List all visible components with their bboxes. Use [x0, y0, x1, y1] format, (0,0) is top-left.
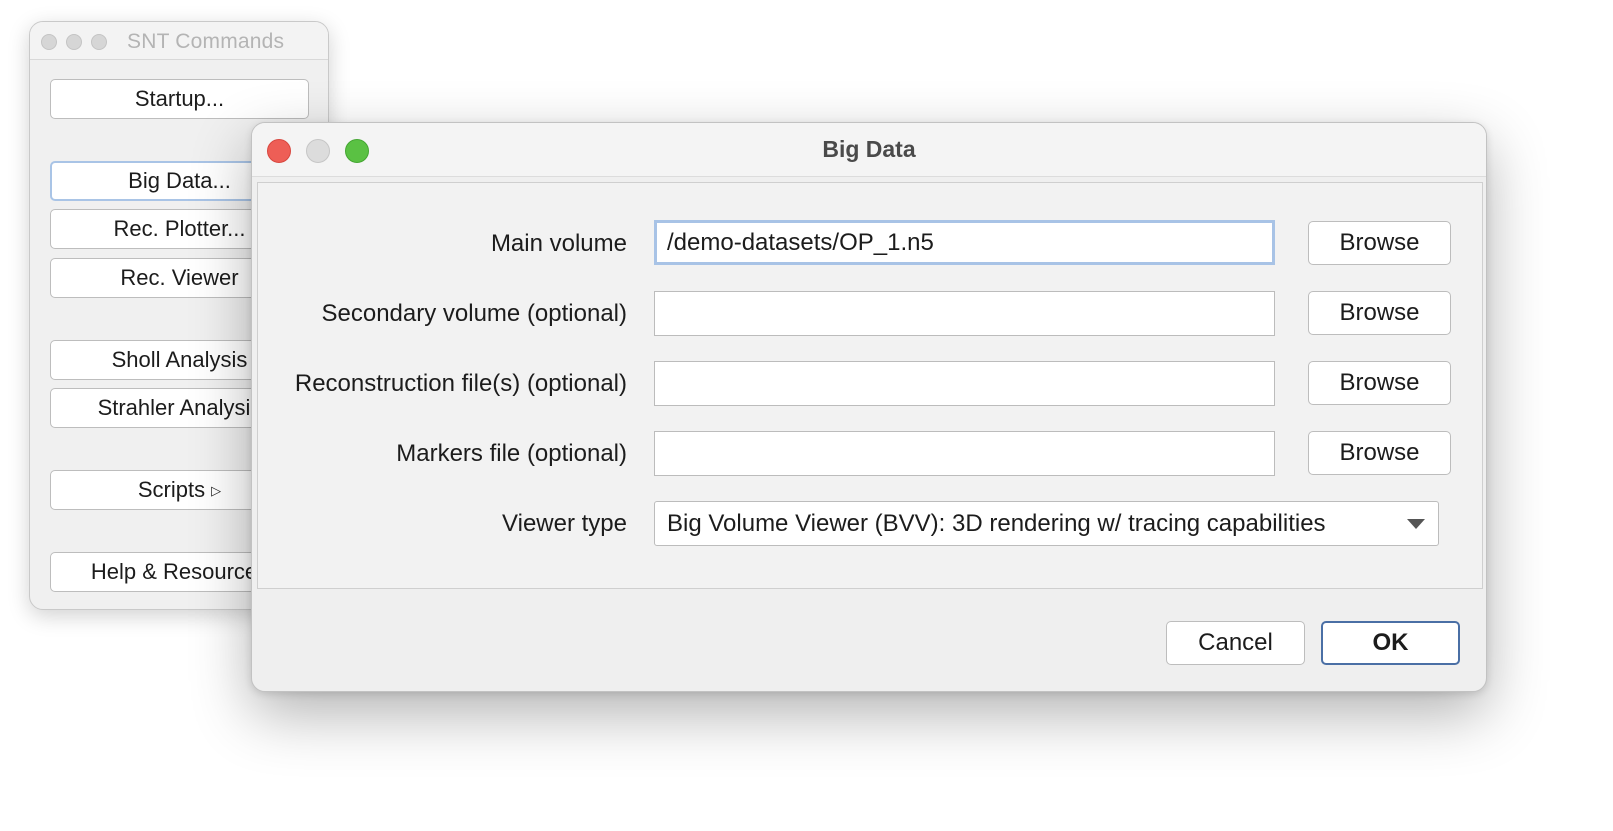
- secondary-volume-input[interactable]: [654, 291, 1275, 336]
- snt-window-controls: [41, 34, 107, 50]
- scripts-label: Scripts: [137, 477, 206, 502]
- main-volume-browse-button[interactable]: Browse: [1308, 221, 1451, 265]
- snt-window-title: SNT Commands: [127, 30, 285, 53]
- chevron-down-icon: [1407, 519, 1425, 529]
- ok-button[interactable]: OK: [1321, 621, 1460, 665]
- reconstruction-files-input[interactable]: [654, 361, 1275, 406]
- markers-file-input[interactable]: [654, 431, 1275, 476]
- zoom-window-icon[interactable]: [91, 34, 107, 50]
- secondary-volume-label: Secondary volume (optional): [321, 300, 628, 327]
- reconstruction-files-label: Reconstruction file(s) (optional): [294, 370, 627, 397]
- close-window-icon[interactable]: [41, 34, 57, 50]
- cancel-button[interactable]: Cancel: [1166, 621, 1305, 665]
- minimize-window-icon[interactable]: [66, 34, 82, 50]
- submenu-arrow-icon: ▷: [211, 483, 222, 498]
- viewer-type-selected: Big Volume Viewer (BVV): 3D rendering w/…: [667, 510, 1326, 537]
- markers-file-browse-button[interactable]: Browse: [1308, 431, 1451, 475]
- dialog-titlebar[interactable]: Big Data: [252, 123, 1486, 177]
- viewer-type-label: Viewer type: [502, 510, 627, 537]
- main-volume-label: Main volume: [490, 230, 627, 257]
- big-data-dialog: Big Data Main volume Browse Secondary vo…: [251, 122, 1487, 692]
- dialog-title: Big Data: [822, 136, 916, 162]
- viewer-type-select[interactable]: Big Volume Viewer (BVV): 3D rendering w/…: [654, 501, 1439, 546]
- snt-titlebar[interactable]: SNT Commands: [30, 22, 328, 60]
- markers-file-label: Markers file (optional): [396, 440, 627, 467]
- reconstruction-files-browse-button[interactable]: Browse: [1308, 361, 1451, 405]
- startup-button[interactable]: Startup...: [50, 79, 309, 119]
- main-volume-input[interactable]: [654, 220, 1275, 265]
- options-panel: Main volume Browse Secondary volume (opt…: [257, 182, 1483, 589]
- secondary-volume-browse-button[interactable]: Browse: [1308, 291, 1451, 335]
